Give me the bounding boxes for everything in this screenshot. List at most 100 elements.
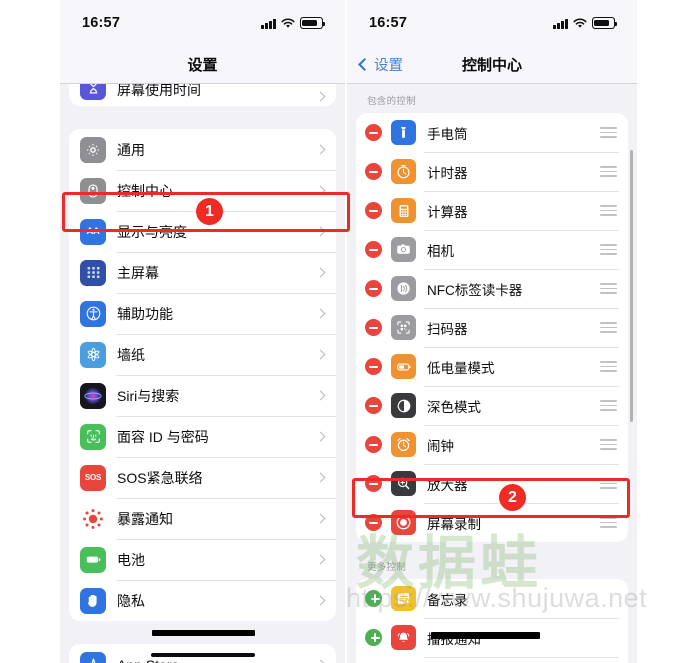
sidebar-item-label: 显示与亮度 (117, 223, 187, 240)
sidebar-item-label: 辅助功能 (117, 305, 173, 322)
control-row-dark-mode[interactable]: 深色模式 (356, 386, 628, 425)
drag-handle-icon[interactable] (600, 126, 617, 139)
right-status-bar: 16:57 (347, 0, 637, 46)
qr-scanner-icon (391, 315, 416, 340)
control-row-code-scanner[interactable]: 扫码器 (356, 308, 628, 347)
control-row-accessibility-shortcuts[interactable]: 辅助功能快捷键 (356, 657, 628, 663)
sidebar-item-label: 控制中心 (117, 182, 173, 199)
sidebar-item-face-id-passcode[interactable]: 面容 ID 与密码 (69, 416, 336, 457)
control-row-notes[interactable]: 备忘录 (356, 579, 628, 618)
screen-time-group: 屏幕使用时间 (69, 84, 336, 106)
aa-text-icon: AA (80, 218, 106, 245)
right-status-indicators (553, 17, 618, 29)
drag-handle-icon[interactable] (600, 399, 617, 412)
chevron-right-icon (315, 185, 326, 196)
control-row-screen-recording[interactable]: 屏幕录制 (356, 503, 628, 542)
remove-icon[interactable] (365, 358, 382, 375)
flashlight-icon (391, 120, 416, 145)
chevron-right-icon (315, 659, 326, 663)
chevron-right-icon (315, 144, 326, 155)
sidebar-item-battery[interactable]: 电池 (69, 539, 336, 580)
control-label: 手电筒 (427, 126, 468, 142)
sidebar-item-screen-time[interactable]: 屏幕使用时间 (69, 84, 336, 106)
camera-icon (391, 237, 416, 262)
sidebar-item-label: Siri与搜索 (117, 387, 180, 404)
chevron-right-icon (315, 472, 326, 483)
control-row-magnifier[interactable]: 放大器 (356, 464, 628, 503)
drag-handle-icon[interactable] (600, 243, 617, 256)
battery-icon (300, 17, 326, 29)
sidebar-item-wallpaper[interactable]: 墙纸 (69, 334, 336, 375)
remove-icon[interactable] (365, 163, 382, 180)
more-controls-group: 备忘录 播报通知 辅助功能快捷键 (356, 579, 628, 663)
remove-icon[interactable] (365, 514, 382, 531)
sidebar-item-accessibility[interactable]: 辅助功能 (69, 293, 336, 334)
control-row-calculator[interactable]: 计算器 (356, 191, 628, 230)
control-row-low-power-mode[interactable]: 低电量模式 (356, 347, 628, 386)
sidebar-item-privacy[interactable]: 隐私 (69, 580, 336, 621)
drag-handle-icon[interactable] (600, 204, 617, 217)
sos-icon: SOS (80, 464, 106, 491)
add-icon[interactable] (365, 629, 382, 646)
remove-icon[interactable] (365, 124, 382, 141)
control-row-flashlight[interactable]: 手电筒 (356, 113, 628, 152)
control-label: 计算器 (427, 204, 468, 220)
drag-handle-icon[interactable] (600, 438, 617, 451)
drag-handle-icon[interactable] (600, 321, 617, 334)
step-badge-1: 1 (196, 198, 223, 225)
sidebar-item-emergency-sos[interactable]: SOS SOS紧急联络 (69, 457, 336, 498)
control-label: 闹钟 (427, 438, 454, 454)
control-row-camera[interactable]: 相机 (356, 230, 628, 269)
control-label: 低电量模式 (427, 360, 495, 376)
control-row-nfc-reader[interactable]: NFC标签读卡器 (356, 269, 628, 308)
sidebar-item-label: 暴露通知 (117, 510, 173, 527)
remove-icon[interactable] (365, 202, 382, 219)
back-button[interactable]: 设置 (358, 54, 403, 75)
sidebar-item-general[interactable]: 通用 (69, 129, 336, 170)
sidebar-item-home-screen[interactable]: 主屏幕 (69, 252, 336, 293)
remove-icon[interactable] (365, 280, 382, 297)
alarm-clock-icon (391, 432, 416, 457)
calculator-icon (391, 198, 416, 223)
control-row-alarm[interactable]: 闹钟 (356, 425, 628, 464)
drag-handle-icon[interactable] (600, 477, 617, 490)
right-scroll-area[interactable]: 包含的控制 手电筒 计时器 计算器 相机 NFC标签读卡器 扫码器 低电量模式 … (347, 84, 637, 663)
left-nav-bar: 设置 (60, 46, 345, 84)
sidebar-item-exposure-notifications[interactable]: 暴露通知 (69, 498, 336, 539)
right-phone-control-center-screen: 16:57 设置 控制中心 包含的控制 手电筒 计时器 计算器 相机 NFC标签… (347, 0, 637, 663)
chevron-left-icon (358, 58, 371, 71)
remove-icon[interactable] (365, 319, 382, 336)
remove-icon[interactable] (365, 397, 382, 414)
app-store-icon (80, 651, 106, 663)
remove-icon[interactable] (365, 436, 382, 453)
nfc-icon (391, 276, 416, 301)
remove-icon[interactable] (365, 241, 382, 258)
chevron-right-icon (315, 91, 326, 102)
chevron-right-icon (315, 554, 326, 565)
drag-handle-icon[interactable] (600, 360, 617, 373)
chevron-right-icon (315, 308, 326, 319)
remove-icon[interactable] (365, 475, 382, 492)
control-label: 相机 (427, 243, 454, 259)
sidebar-item-label: 墙纸 (117, 346, 145, 363)
chevron-right-icon (315, 267, 326, 278)
drag-handle-icon[interactable] (600, 516, 617, 529)
control-row-timer[interactable]: 计时器 (356, 152, 628, 191)
right-scroll-indicator[interactable] (630, 150, 633, 422)
drag-handle-icon[interactable] (600, 165, 617, 178)
left-home-indicator (150, 653, 255, 657)
sidebar-item-label: SOS紧急联络 (117, 469, 203, 486)
control-center-icon (80, 177, 106, 204)
right-status-time: 16:57 (369, 15, 408, 31)
add-icon[interactable] (365, 590, 382, 607)
sidebar-item-siri-search[interactable]: Siri与搜索 (69, 375, 336, 416)
left-status-indicators (261, 17, 326, 29)
cellular-bars-icon (553, 18, 568, 29)
announce-bell-icon (391, 625, 416, 650)
exposure-notification-icon (80, 505, 106, 532)
section-header-more-controls: 更多控制 (367, 562, 407, 573)
left-status-time: 16:57 (82, 15, 121, 31)
left-scroll-area[interactable]: 屏幕使用时间 通用 控制中心 AA 显示与亮度 主屏幕 辅助功能 墙纸 Siri… (60, 84, 345, 663)
control-label: 备忘录 (427, 592, 468, 608)
drag-handle-icon[interactable] (600, 282, 617, 295)
